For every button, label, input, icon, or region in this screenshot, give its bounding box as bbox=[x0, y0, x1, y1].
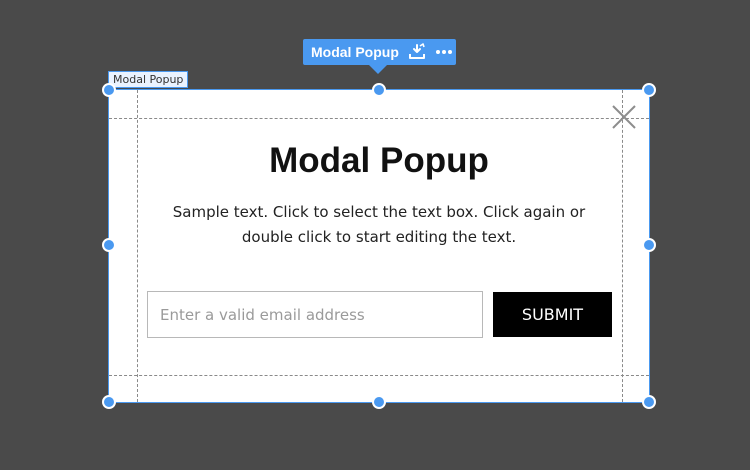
resize-handle-top-right[interactable] bbox=[642, 83, 656, 97]
modal-text[interactable]: Sample text. Click to select the text bo… bbox=[146, 200, 612, 250]
resize-handle-right[interactable] bbox=[642, 238, 656, 252]
resize-handle-left[interactable] bbox=[102, 238, 116, 252]
resize-handle-bottom[interactable] bbox=[372, 395, 386, 409]
close-button[interactable] bbox=[611, 104, 637, 130]
swap-element-icon[interactable] bbox=[408, 43, 426, 61]
email-input[interactable] bbox=[147, 291, 483, 338]
modal-title[interactable]: Modal Popup bbox=[109, 138, 649, 184]
more-options-icon[interactable] bbox=[434, 43, 454, 61]
close-icon bbox=[612, 105, 636, 129]
resize-handle-bottom-right[interactable] bbox=[642, 395, 656, 409]
element-name-tag: Modal Popup bbox=[108, 71, 189, 88]
submit-button[interactable]: SUBMIT bbox=[493, 292, 612, 337]
toolbar-title: Modal Popup bbox=[311, 44, 399, 60]
resize-handle-top[interactable] bbox=[372, 83, 386, 97]
toolbar-pointer bbox=[369, 65, 387, 74]
resize-handle-top-left[interactable] bbox=[102, 83, 116, 97]
resize-handle-bottom-left[interactable] bbox=[102, 395, 116, 409]
element-toolbar[interactable]: Modal Popup bbox=[303, 39, 456, 65]
